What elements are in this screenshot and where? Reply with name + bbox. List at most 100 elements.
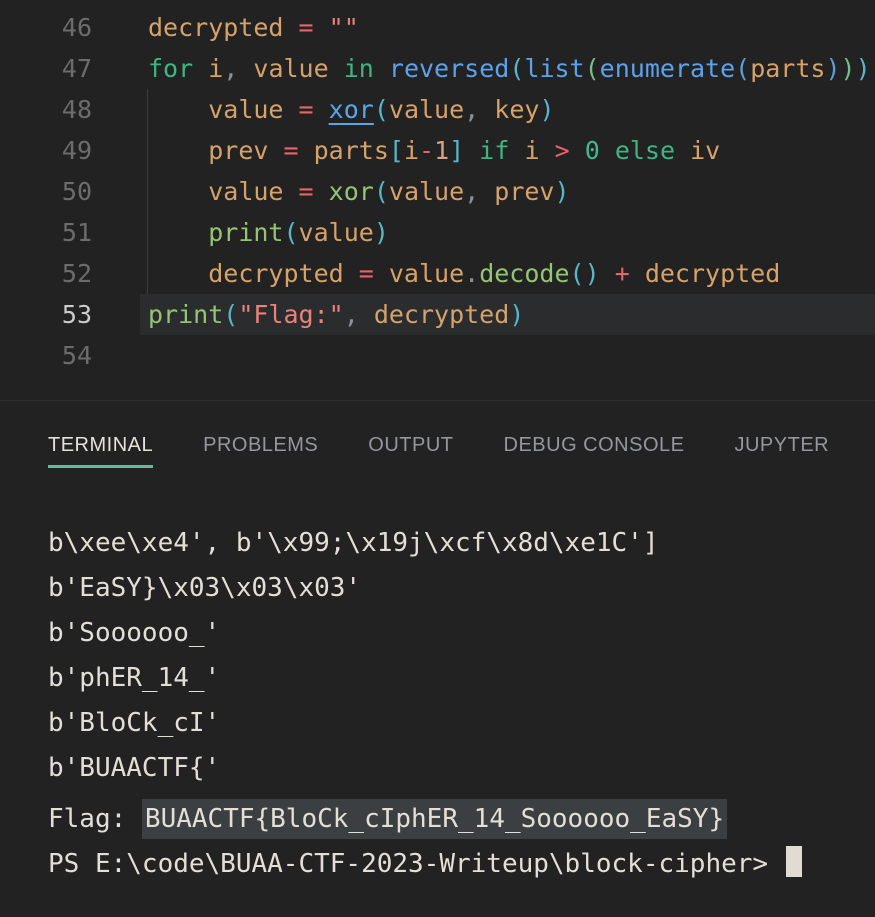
tab-debug-console[interactable]: DEBUG CONSOLE [504, 433, 685, 468]
code-token [299, 136, 314, 165]
code-token: ) [585, 259, 600, 288]
code-token: i [404, 136, 419, 165]
tab-output[interactable]: OUTPUT [368, 433, 453, 468]
code-lines: 46decrypted = ""47for i, value in revers… [0, 7, 875, 376]
code-line-54[interactable]: 54 [0, 335, 875, 376]
code-line-52[interactable]: 52 decrypted = value.decode() + decrypte… [0, 253, 875, 294]
code-token: in [344, 54, 374, 83]
code-token: i [208, 54, 223, 83]
terminal-text: b'BUAACTF{' [48, 753, 220, 783]
line-number[interactable]: 52 [0, 253, 140, 294]
code-token: "Flag:" [238, 300, 343, 329]
code-token [540, 136, 555, 165]
line-number[interactable]: 51 [0, 212, 140, 253]
code-token [374, 54, 389, 83]
code-token [509, 136, 524, 165]
code-token [675, 136, 690, 165]
code-token [283, 177, 298, 206]
code-token: value [389, 177, 464, 206]
code-text[interactable]: value = xor(value, key) [140, 89, 875, 130]
code-token [570, 136, 585, 165]
code-token: ( [374, 95, 389, 124]
code-token [148, 259, 208, 288]
terminal-text: Flag: [48, 804, 142, 834]
code-token: , [223, 54, 238, 83]
terminal-line: b'EaSY}\x03\x03\x03' [48, 566, 875, 611]
code-token: ( [374, 177, 389, 206]
terminal-line: b'phER_14_' [48, 656, 875, 701]
code-text[interactable]: value = xor(value, prev) [140, 171, 875, 212]
code-token: ) [374, 218, 389, 247]
code-line-51[interactable]: 51 print(value) [0, 212, 875, 253]
code-token: = [299, 95, 314, 124]
code-line-49[interactable]: 49 prev = parts[i-1] if i > 0 else iv [0, 130, 875, 171]
code-token: , [464, 95, 479, 124]
code-token: iv [690, 136, 720, 165]
line-number[interactable]: 50 [0, 171, 140, 212]
code-text[interactable]: decrypted = "" [140, 7, 875, 48]
code-line-53[interactable]: 53print("Flag:", decrypted) [0, 294, 875, 335]
code-token: ) [825, 54, 840, 83]
code-token: ) [555, 177, 570, 206]
code-token: 1 [434, 136, 449, 165]
code-token: value [253, 54, 328, 83]
code-token: xor [329, 95, 374, 124]
code-token: ) [856, 54, 871, 83]
code-token: - [419, 136, 434, 165]
tab-problems[interactable]: PROBLEMS [203, 433, 318, 468]
code-text[interactable]: print(value) [140, 212, 875, 253]
tab-jupyter[interactable]: JUPYTER [734, 433, 829, 468]
code-token: print [148, 300, 223, 329]
code-text[interactable]: prev = parts[i-1] if i > 0 else iv [140, 130, 875, 171]
code-line-48[interactable]: 48 value = xor(value, key) [0, 89, 875, 130]
code-line-46[interactable]: 46decrypted = "" [0, 7, 875, 48]
indent-guide [147, 89, 148, 294]
code-token [479, 95, 494, 124]
code-token: + [615, 259, 630, 288]
code-token: = [299, 13, 314, 42]
code-text[interactable]: decrypted = value.decode() + decrypted [140, 253, 875, 294]
tab-terminal[interactable]: TERMINAL [48, 433, 153, 468]
line-number[interactable]: 53 [0, 294, 140, 335]
code-token: [ [389, 136, 404, 165]
code-token: 0 [585, 136, 600, 165]
terminal-line: Flag: BUAACTF{BloCk_cIphER_14_Soooooo_Ea… [48, 797, 875, 842]
code-token: value [299, 218, 374, 247]
code-editor[interactable]: 46decrypted = ""47for i, value in revers… [0, 0, 875, 400]
code-token: i [524, 136, 539, 165]
line-number[interactable]: 48 [0, 89, 140, 130]
code-token: ( [585, 54, 600, 83]
terminal-output[interactable]: b\xee\xe4', b'\x99;\x19j\xcf\x8d\xe1C']b… [0, 521, 875, 887]
code-token: value [389, 259, 464, 288]
code-token: list [524, 54, 584, 83]
code-token [283, 95, 298, 124]
code-text[interactable]: print("Flag:", decrypted) [140, 294, 875, 335]
code-token: ) [509, 300, 524, 329]
code-token: xor [329, 177, 374, 206]
code-text[interactable]: for i, value in reversed(list(enumerate(… [140, 48, 875, 89]
code-token: ( [283, 218, 298, 247]
code-token: parts [314, 136, 389, 165]
code-token [344, 259, 359, 288]
code-token [600, 259, 615, 288]
code-token [148, 95, 208, 124]
code-token [464, 136, 479, 165]
flag-highlight: BUAACTF{BloCk_cIphER_14_Soooooo_EaSY} [142, 799, 727, 839]
line-number[interactable]: 54 [0, 335, 140, 376]
code-text[interactable] [140, 335, 875, 376]
line-number[interactable]: 49 [0, 130, 140, 171]
terminal-cursor [786, 846, 802, 877]
code-token: for [148, 54, 193, 83]
code-token: decrypted [208, 259, 343, 288]
code-token: if [479, 136, 509, 165]
terminal-line: b'BloCk_cI' [48, 701, 875, 746]
code-token: "" [329, 13, 359, 42]
code-token: ) [841, 54, 856, 83]
terminal-text: PS E:\code\BUAA-CTF-2023-Writeup\block-c… [48, 849, 784, 879]
line-number[interactable]: 46 [0, 7, 140, 48]
code-token: decrypted [645, 259, 780, 288]
code-line-47[interactable]: 47for i, value in reversed(list(enumerat… [0, 48, 875, 89]
line-number[interactable]: 47 [0, 48, 140, 89]
code-line-50[interactable]: 50 value = xor(value, prev) [0, 171, 875, 212]
code-token [193, 54, 208, 83]
